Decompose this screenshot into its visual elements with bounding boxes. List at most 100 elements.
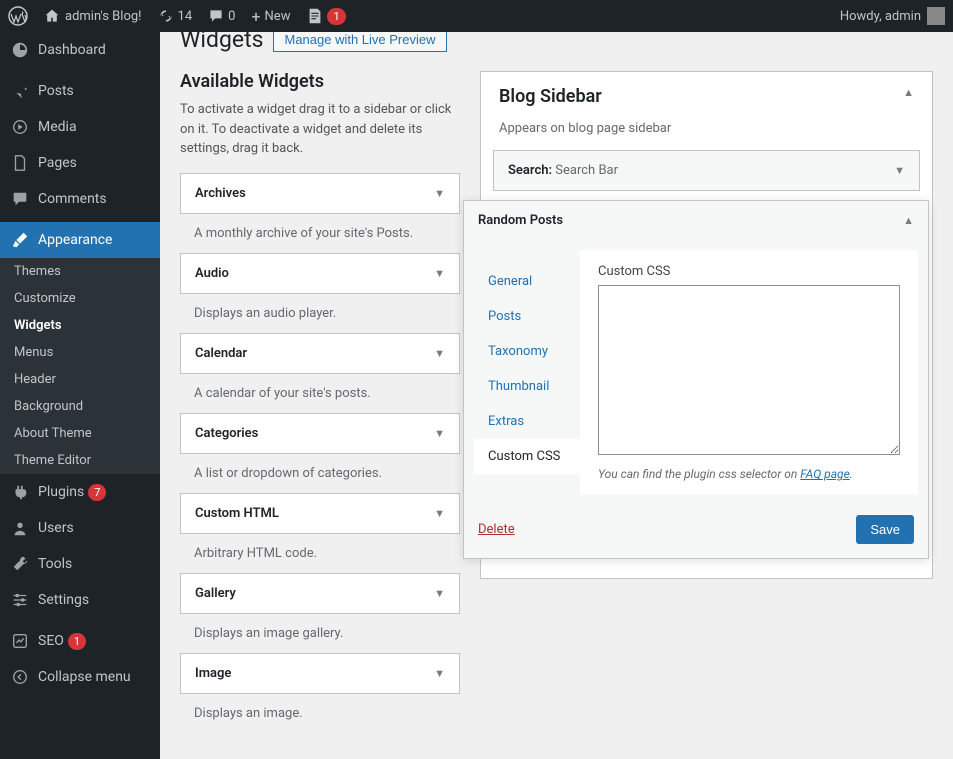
widget-name: Image — [195, 666, 231, 681]
menu-pages[interactable]: Pages — [0, 145, 160, 181]
comment-icon — [10, 189, 30, 209]
chevron-up-icon: ▲ — [903, 86, 914, 99]
seo-notif[interactable]: 1 — [298, 0, 353, 32]
home-icon — [44, 8, 60, 24]
widget-desc: A list or dropdown of categories. — [180, 454, 460, 493]
plus-icon: + — [251, 7, 260, 26]
widget-desc: A monthly archive of your site's Posts. — [180, 214, 460, 253]
placed-widget[interactable]: Search: Search Bar ▼ — [493, 150, 920, 191]
submenu-theme-editor[interactable]: Theme Editor — [0, 447, 160, 474]
seo-icon — [10, 631, 30, 651]
panel-head[interactable]: Random Posts ▲ — [464, 201, 928, 240]
media-icon — [10, 117, 30, 137]
random-posts-widget-panel: Random Posts ▲ GeneralPostsTaxonomyThumb… — [463, 200, 929, 559]
widget-desc: Displays an image. — [180, 694, 460, 733]
site-name: admin's Blog! — [65, 9, 142, 24]
css-note: You can find the plugin css selector on … — [598, 467, 900, 481]
widget-name: Categories — [195, 426, 258, 441]
delete-link[interactable]: Delete — [478, 522, 515, 537]
pin-icon — [10, 81, 30, 101]
wrench-icon — [10, 554, 30, 574]
plugins-badge: 7 — [88, 484, 106, 501]
dashboard-icon — [10, 40, 30, 60]
submenu-themes[interactable]: Themes — [0, 258, 160, 285]
chevron-down-icon: ▼ — [434, 347, 445, 360]
greeting: Howdy, admin — [840, 9, 921, 24]
chevron-down-icon: ▼ — [434, 507, 445, 520]
menu-plugins[interactable]: Plugins 7 — [0, 474, 160, 510]
new-label: New — [265, 9, 291, 24]
custom-css-textarea[interactable] — [598, 285, 900, 455]
sliders-icon — [10, 590, 30, 610]
chevron-up-icon: ▲ — [903, 214, 914, 227]
submenu-widgets[interactable]: Widgets — [0, 312, 160, 339]
widget-name: Archives — [195, 186, 246, 201]
available-widget[interactable]: Audio ▼ — [180, 253, 460, 294]
sidebar-desc: Appears on blog page sidebar — [481, 121, 932, 150]
custom-css-pane: Custom CSS You can find the plugin css s… — [580, 250, 918, 495]
widget-name: Custom HTML — [195, 506, 279, 521]
available-widget[interactable]: Gallery ▼ — [180, 573, 460, 614]
form-icon — [306, 7, 324, 25]
wp-logo[interactable] — [0, 0, 36, 32]
faq-link[interactable]: FAQ page — [800, 467, 850, 481]
account-link[interactable]: Howdy, admin — [832, 0, 953, 32]
save-button[interactable]: Save — [856, 515, 914, 544]
refresh-icon — [158, 8, 174, 24]
available-desc: To activate a widget drag it to a sideba… — [180, 100, 460, 159]
wordpress-icon — [8, 6, 28, 26]
placed-sub: Search Bar — [555, 163, 618, 178]
panel-tab[interactable]: Thumbnail — [474, 369, 580, 404]
widget-desc: A calendar of your site's posts. — [180, 374, 460, 413]
available-widget[interactable]: Custom HTML ▼ — [180, 493, 460, 534]
panel-tab[interactable]: Taxonomy — [474, 334, 580, 369]
menu-posts[interactable]: Posts — [0, 73, 160, 109]
updates-count: 14 — [178, 9, 193, 24]
content-area: Widgets Manage with Live Preview Availab… — [160, 32, 953, 759]
menu-settings[interactable]: Settings — [0, 582, 160, 618]
panel-tab[interactable]: Posts — [474, 299, 580, 334]
menu-comments[interactable]: Comments — [0, 181, 160, 217]
site-link[interactable]: admin's Blog! — [36, 0, 150, 32]
plugin-icon — [10, 482, 30, 502]
available-widget[interactable]: Calendar ▼ — [180, 333, 460, 374]
submenu-menus[interactable]: Menus — [0, 339, 160, 366]
live-preview-button[interactable]: Manage with Live Preview — [273, 32, 446, 52]
chevron-down-icon: ▼ — [434, 187, 445, 200]
seo-badge: 1 — [68, 633, 86, 650]
menu-collapse[interactable]: Collapse menu — [0, 659, 160, 695]
submenu-background[interactable]: Background — [0, 393, 160, 420]
updates-link[interactable]: 14 — [150, 0, 201, 32]
menu-users[interactable]: Users — [0, 510, 160, 546]
menu-seo[interactable]: SEO 1 — [0, 623, 160, 659]
available-widget[interactable]: Archives ▼ — [180, 173, 460, 214]
panel-tab[interactable]: Extras — [474, 404, 580, 439]
widget-name: Gallery — [195, 586, 236, 601]
submenu-about-theme[interactable]: About Theme — [0, 420, 160, 447]
widget-desc: Displays an image gallery. — [180, 614, 460, 653]
sidebar-head[interactable]: Blog Sidebar ▲ — [481, 72, 932, 121]
menu-dashboard[interactable]: Dashboard — [0, 32, 160, 68]
panel-title: Random Posts — [478, 213, 563, 228]
custom-css-label: Custom CSS — [598, 264, 900, 279]
submenu-header[interactable]: Header — [0, 366, 160, 393]
brush-icon — [10, 230, 30, 250]
placed-name: Search: — [508, 163, 552, 178]
available-widget[interactable]: Categories ▼ — [180, 413, 460, 454]
chevron-down-icon: ▼ — [434, 667, 445, 680]
available-widget[interactable]: Image ▼ — [180, 653, 460, 694]
menu-appearance[interactable]: Appearance — [0, 222, 160, 258]
menu-tools[interactable]: Tools — [0, 546, 160, 582]
panel-tab[interactable]: Custom CSS — [474, 439, 580, 474]
panel-tab[interactable]: General — [474, 264, 580, 299]
chevron-down-icon: ▼ — [894, 164, 905, 177]
widget-desc: Arbitrary HTML code. — [180, 534, 460, 573]
user-icon — [10, 518, 30, 538]
submenu-customize[interactable]: Customize — [0, 285, 160, 312]
menu-media[interactable]: Media — [0, 109, 160, 145]
panel-tabs: GeneralPostsTaxonomyThumbnailExtrasCusto… — [474, 250, 580, 495]
submenu-appearance: Themes Customize Widgets Menus Header Ba… — [0, 258, 160, 474]
new-link[interactable]: + New — [243, 0, 298, 32]
comments-link[interactable]: 0 — [200, 0, 243, 32]
comment-icon — [208, 8, 224, 24]
